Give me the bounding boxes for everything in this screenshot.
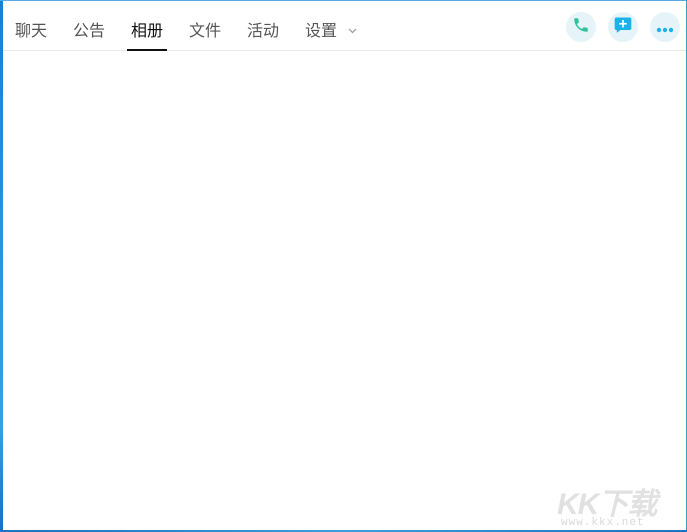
new-message-button[interactable] [608,12,638,42]
tab-files[interactable]: 文件 [189,17,221,51]
tab-announcement[interactable]: 公告 [73,17,105,51]
tab-bar: 聊天 公告 相册 文件 活动 设置 [3,1,686,51]
more-button[interactable] [650,12,680,42]
watermark-url: www.kkx.net [561,517,645,529]
tab-settings[interactable]: 设置 [305,17,357,51]
tab-label: 公告 [73,21,106,40]
chevron-down-icon [348,19,357,38]
tab-label: 相册 [131,21,164,40]
tab-label: 聊天 [15,21,48,40]
tab-activity[interactable]: 活动 [247,17,279,51]
chat-plus-icon [613,15,633,39]
phone-icon [572,16,590,38]
site-watermark: KK下载 www.kkx.net [557,479,681,529]
tab-label: 文件 [189,21,222,40]
tab-chat[interactable]: 聊天 [15,17,47,51]
phone-call-button[interactable] [566,12,596,42]
tab-album[interactable]: 相册 [126,17,168,51]
tab-label: 设置 [305,21,338,40]
album-content-area [3,51,686,530]
album-window: 聊天 公告 相册 文件 活动 设置 KK下载 www.kkx.net [0,0,687,532]
tab-label: 活动 [247,21,280,40]
more-dots-icon [656,18,674,37]
